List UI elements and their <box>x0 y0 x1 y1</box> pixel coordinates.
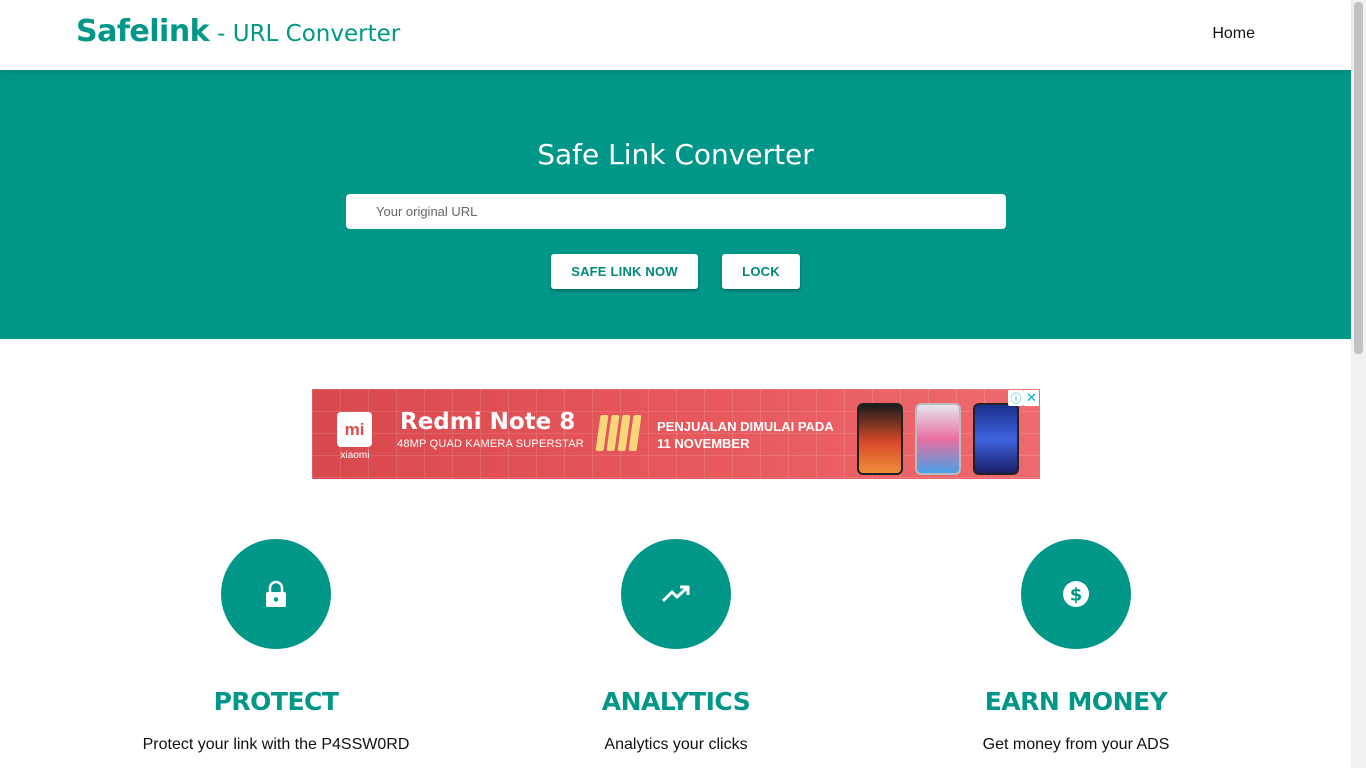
page-title: Safe Link Converter <box>537 138 814 171</box>
phone-image <box>973 403 1019 475</box>
ad-1111-bar <box>628 415 642 451</box>
page-scrollbar[interactable] <box>1351 0 1366 768</box>
ad-1111-graphic <box>595 415 642 451</box>
feature-icon-circle <box>221 539 331 649</box>
hero-section: Safe Link Converter SAFE LINK NOW LOCK <box>0 70 1351 339</box>
xiaomi-logo: mi <box>337 412 372 447</box>
url-input[interactable] <box>346 194 1006 229</box>
feature-analytics: ANALYTICS Analytics your clicks <box>476 539 876 754</box>
ad-subtitle: 48MP QUAD KAMERA SUPERSTAR <box>397 438 584 450</box>
feature-protect: PROTECT Protect your link with the P4SSW… <box>76 539 476 754</box>
feature-icon-circle <box>621 539 731 649</box>
ad-phones-image <box>857 403 1019 475</box>
brand-name: Safelink <box>76 14 210 49</box>
lock-button[interactable]: LOCK <box>722 254 800 289</box>
dollar-icon: $ <box>1063 581 1089 607</box>
svg-text:$: $ <box>1070 585 1083 606</box>
safe-link-now-button[interactable]: SAFE LINK NOW <box>551 254 698 289</box>
feature-earn-money: $ EARN MONEY Get money from your ADS <box>876 539 1276 754</box>
xiaomi-wordmark: xiaomi <box>340 450 370 461</box>
ad-banner[interactable]: mi xiaomi Redmi Note 8 48MP QUAD KAMERA … <box>312 389 1040 479</box>
ad-close-icon[interactable]: ✕ <box>1024 390 1039 406</box>
feature-description: Protect your link with the P4SSW0RD <box>142 736 410 753</box>
ad-sale-text: PENJUALAN DIMULAI PADA 11 NOVEMBER <box>657 418 834 452</box>
feature-title: PROTECT <box>213 687 339 716</box>
nav-home-link[interactable]: Home <box>1212 25 1255 43</box>
phone-image <box>915 403 961 475</box>
trending-up-icon <box>662 585 690 603</box>
feature-title: EARN MONEY <box>984 687 1168 716</box>
scrollbar-thumb[interactable] <box>1354 2 1363 354</box>
feature-description: Get money from your ADS <box>982 736 1170 753</box>
ad-sale-line2: 11 NOVEMBER <box>657 436 750 451</box>
feature-title: ANALYTICS <box>601 687 751 716</box>
ad-title: Redmi Note 8 <box>400 409 576 435</box>
lock-icon <box>266 580 286 607</box>
brand-logo[interactable]: Safelink - URL Converter <box>76 14 400 49</box>
phone-image <box>857 403 903 475</box>
brand-subtitle: - URL Converter <box>217 21 401 47</box>
ad-choices-icon[interactable]: ⓘ <box>1008 390 1024 406</box>
feature-icon-circle: $ <box>1021 539 1131 649</box>
ad-sale-line1: PENJUALAN DIMULAI PADA <box>657 419 834 434</box>
feature-description: Analytics your clicks <box>604 736 748 753</box>
navbar: Safelink - URL Converter Home <box>0 0 1351 70</box>
